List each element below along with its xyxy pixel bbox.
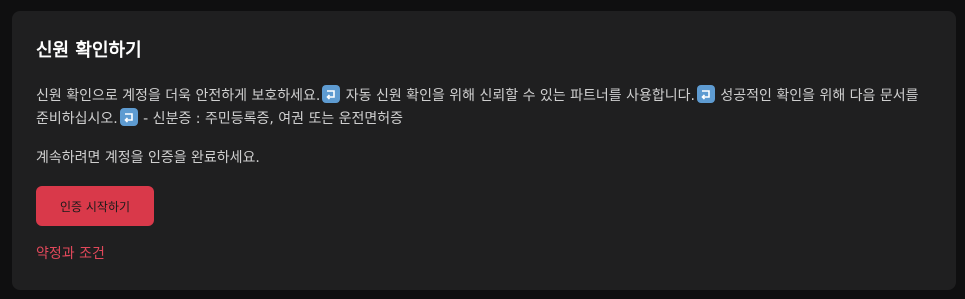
card-title: 신원 확인하기 <box>36 40 142 61</box>
return-arrow-icon <box>119 108 138 126</box>
start-verification-button[interactable]: 인증 시작하기 <box>36 186 154 226</box>
description-part-4: - 신분증 : 주민등록증, 여권 또는 운전면허증 <box>138 111 404 127</box>
description-part-1: 신원 확인으로 계정을 더욱 안전하게 보호하세요. <box>36 88 321 104</box>
return-arrow-icon <box>322 85 341 103</box>
continue-instruction: 계속하려면 계정을 인증을 완료하세요. <box>36 150 260 166</box>
verification-card: 신원 확인하기 신원 확인으로 계정을 더욱 안전하게 보호하세요. 자동 신원… <box>12 11 956 290</box>
return-arrow-icon <box>696 85 715 103</box>
terms-and-conditions-link[interactable]: 약정과 조건 <box>36 243 932 265</box>
description-part-2: 자동 신원 확인을 위해 신뢰할 수 있는 파트너를 사용합니다. <box>341 88 695 104</box>
description-text: 신원 확인으로 계정을 더욱 안전하게 보호하세요. 자동 신원 확인을 위해 … <box>36 85 932 131</box>
